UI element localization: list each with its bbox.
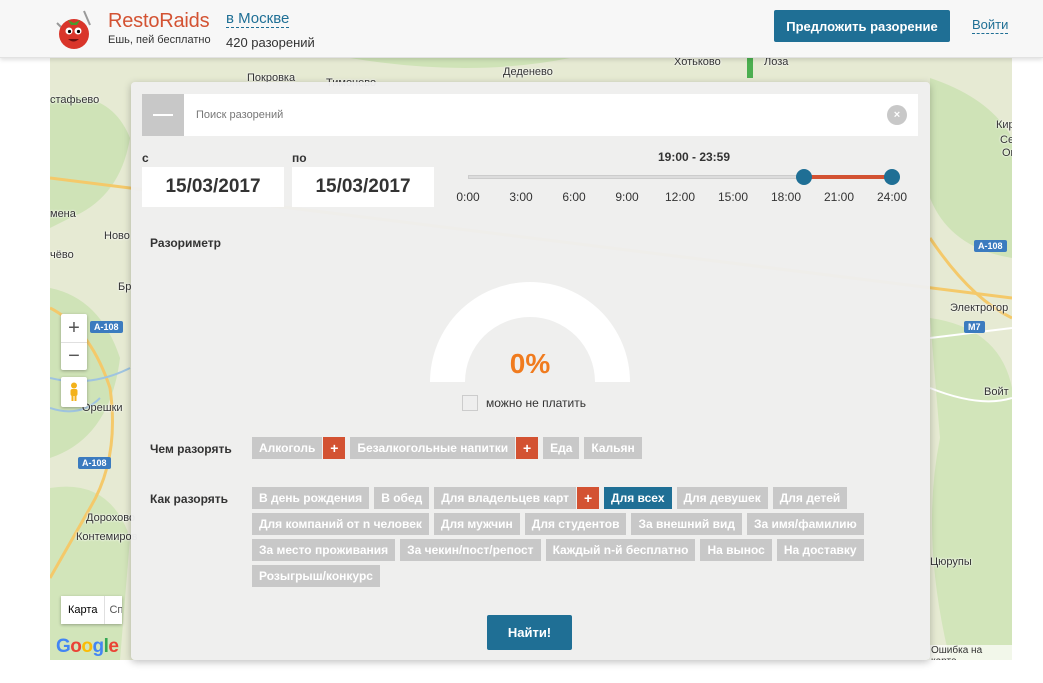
filter-tag[interactable]: За имя/фамилию: [747, 513, 864, 535]
zoom-out-button[interactable]: −: [61, 342, 87, 370]
map-label: Цюрупы: [930, 556, 972, 568]
road-badge: А-108: [78, 457, 111, 469]
filter-tag[interactable]: На вынос: [700, 539, 772, 561]
street-view-pegman-icon[interactable]: [61, 377, 87, 407]
minus-icon: [153, 114, 173, 116]
login-link[interactable]: Войти: [972, 17, 1009, 34]
map-label: Дорохово: [86, 512, 136, 524]
filter-tag[interactable]: Для девушек: [676, 487, 768, 509]
filter-tag[interactable]: Для студентов: [524, 513, 627, 535]
date-to-label: по: [292, 151, 307, 165]
razometer-title: Разориметр: [150, 236, 221, 250]
map-label: Контемиров: [76, 531, 138, 543]
google-logo: Google: [56, 636, 119, 657]
filter-tag[interactable]: В день рождения: [252, 487, 370, 509]
filter-tag[interactable]: За чекин/пост/репост: [400, 539, 541, 561]
filter-tag[interactable]: За место проживания: [252, 539, 396, 561]
map-label: Электрогор: [950, 302, 1009, 314]
city-selector[interactable]: в Москве: [226, 10, 290, 28]
plus-icon[interactable]: +: [323, 437, 346, 459]
map-label: Хотьково: [674, 58, 721, 68]
map-label: Бр: [118, 281, 132, 293]
filter-tag-group[interactable]: Для владельцев карт +: [434, 487, 600, 509]
plus-icon[interactable]: +: [516, 437, 539, 459]
date-from-label: с: [142, 151, 149, 165]
filter-tag[interactable]: Каждый n-й бесплатно: [545, 539, 696, 561]
filter-tag[interactable]: Алкоголь: [252, 437, 323, 459]
filter-tag[interactable]: На доставку: [776, 539, 864, 561]
filter-tag[interactable]: В обед: [374, 487, 430, 509]
filter-tag[interactable]: Для компаний от n человек: [252, 513, 429, 535]
time-tick-label: 0:00: [456, 190, 480, 204]
filter-tag[interactable]: Кальян: [584, 437, 642, 459]
filter-tag[interactable]: За внешний вид: [631, 513, 743, 535]
road-badge: А-108: [974, 240, 1007, 252]
time-tick-label: 6:00: [562, 190, 586, 204]
map-label: Сер: [1000, 134, 1012, 146]
filter-tag[interactable]: Для владельцев карт: [434, 487, 577, 509]
find-button[interactable]: Найти!: [487, 615, 572, 650]
raid-count: 420 разорений: [226, 35, 315, 50]
clear-search-icon[interactable]: ×: [887, 105, 907, 125]
plus-icon[interactable]: +: [577, 487, 600, 509]
time-tick-label: 21:00: [823, 190, 855, 204]
brand-name[interactable]: RestoRaids: [108, 10, 210, 33]
time-range-text: 19:00 - 23:59: [657, 150, 731, 164]
map-label: стафьево: [50, 94, 100, 106]
map-label: Ок: [1002, 147, 1012, 159]
date-from-field[interactable]: 15/03/2017: [142, 167, 284, 207]
search-input[interactable]: [196, 94, 886, 136]
can-skip-payment-checkbox[interactable]: [462, 395, 478, 411]
razometer-value: 0%: [509, 348, 551, 379]
search-panel: × с 15/03/2017 по 15/03/2017 19:00 - 23:…: [131, 82, 930, 660]
time-tick-label: 12:00: [664, 190, 696, 204]
map-label: Лоза: [764, 58, 789, 68]
map-type-control: Карта Спутник: [61, 596, 123, 624]
map-label: Ново: [104, 230, 130, 242]
filter-tag[interactable]: Еда: [543, 437, 580, 459]
map-label: Войт: [984, 386, 1009, 398]
zoom-in-button[interactable]: +: [61, 314, 87, 342]
map-label: мена: [50, 208, 76, 220]
filter-tag[interactable]: Безалкогольные напитки: [350, 437, 516, 459]
road-badge: М7: [964, 321, 985, 333]
time-slider-range: [803, 175, 892, 179]
map-label: Деденево: [503, 66, 553, 78]
map-label: Кир: [996, 119, 1012, 131]
filter-tag[interactable]: Розыгрыш/конкурс: [252, 565, 380, 587]
what-tag-list: Алкоголь + Безалкогольные напитки + Еда Калья…: [252, 437, 922, 459]
time-tick-label: 9:00: [615, 190, 639, 204]
time-tick-label: 3:00: [509, 190, 533, 204]
tomato-logo-icon[interactable]: [54, 9, 96, 51]
filter-tag-group[interactable]: Безалкогольные напитки +: [350, 437, 539, 459]
can-skip-payment-label: можно не платить: [486, 396, 586, 410]
time-slider-start-handle[interactable]: [795, 169, 812, 185]
brand-tagline: Ешь, пей бесплатно: [108, 34, 211, 46]
map-label: чёво: [50, 249, 74, 261]
map-type-map-button[interactable]: Карта: [61, 596, 104, 624]
how-title: Как разорять: [150, 492, 229, 506]
site-header: RestoRaids Ешь, пей бесплатно в Москве 4…: [0, 0, 1043, 58]
time-slider-end-handle[interactable]: [884, 169, 900, 185]
time-tick-label: 24:00: [876, 190, 908, 204]
road-badge: А-108: [90, 321, 123, 333]
filter-tag[interactable]: Для мужчин: [433, 513, 520, 535]
collapse-toggle-button[interactable]: [142, 94, 184, 136]
filter-tag-active[interactable]: Для всех: [604, 487, 672, 509]
propose-raid-button[interactable]: Предложить разорение: [774, 10, 950, 42]
time-tick-label: 18:00: [770, 190, 802, 204]
map-label: Орешки: [82, 402, 123, 414]
map-type-satellite-button[interactable]: Спутник: [104, 596, 122, 624]
what-title: Чем разорять: [150, 442, 232, 456]
how-tag-list: В день рождения В обед Для владельцев карт…: [252, 487, 912, 587]
search-bar: ×: [142, 94, 918, 136]
map-error-link[interactable]: Ошибка на карте: [928, 645, 1012, 660]
filter-tag[interactable]: Для детей: [772, 487, 848, 509]
date-to-field[interactable]: 15/03/2017: [292, 167, 434, 207]
time-tick-label: 15:00: [717, 190, 749, 204]
zoom-control: + −: [61, 314, 87, 370]
filter-tag-group[interactable]: Алкоголь +: [252, 437, 346, 459]
